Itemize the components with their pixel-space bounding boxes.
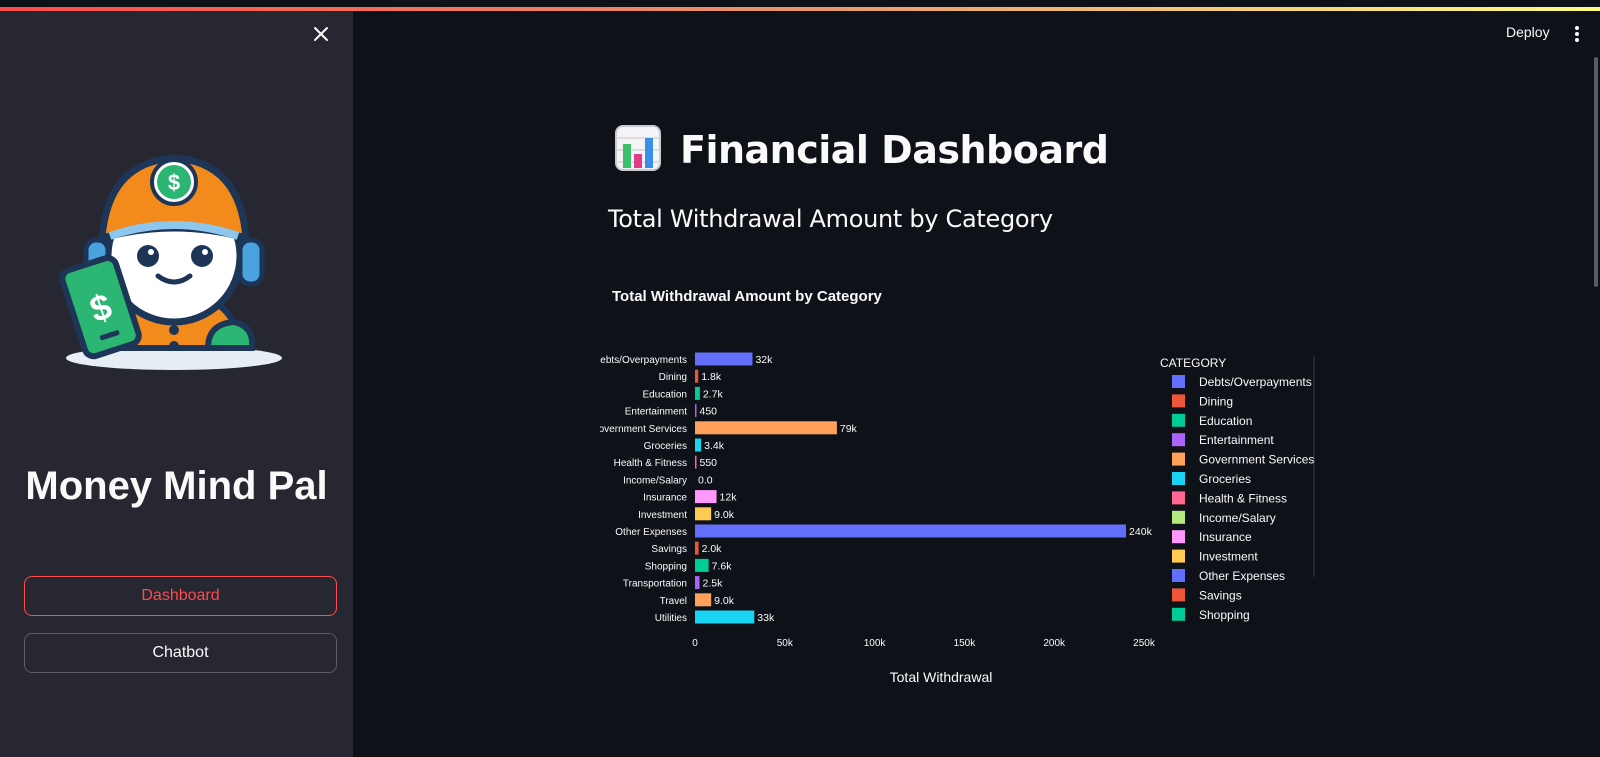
bar (695, 404, 697, 418)
nav-button-chatbot[interactable]: Chatbot (24, 633, 337, 673)
bar-data-label: 450 (700, 406, 718, 418)
legend-swatch (1172, 491, 1185, 505)
x-axis-label: Total Withdrawal (890, 669, 993, 685)
bar-data-label: 1.8k (701, 371, 722, 383)
legend-swatch (1172, 394, 1185, 408)
y-tick-label: Other Expenses (615, 527, 687, 538)
bar (695, 352, 753, 366)
y-tick-label: Health & Fitness (614, 458, 687, 469)
bar-data-label: 7.6k (712, 560, 733, 572)
legend-swatch (1172, 530, 1185, 544)
robot-money-mascot-icon: $ $ (58, 148, 290, 380)
scrollbar[interactable] (1594, 57, 1598, 287)
legend-swatch (1172, 607, 1185, 621)
legend-item: Savings (1199, 588, 1242, 602)
bar-data-label: 12k (720, 492, 738, 504)
legend-swatch (1172, 588, 1185, 602)
bar (695, 558, 709, 572)
bar-data-label: 0.0 (698, 474, 713, 486)
legend-item: Education (1199, 414, 1252, 428)
bar (695, 490, 717, 504)
chart-title: Total Withdrawal Amount by Category (612, 288, 883, 305)
bar-data-label: 240k (1129, 526, 1153, 538)
bar (695, 386, 700, 400)
y-tick-label: Insurance (643, 493, 687, 504)
bar (695, 421, 837, 435)
legend-title: CATEGORY (1160, 356, 1226, 370)
bar-data-label: 3.4k (704, 440, 725, 452)
y-tick-label: Income/Salary (623, 475, 687, 486)
bar-data-label: 9.0k (714, 595, 735, 607)
deploy-button[interactable]: Deploy (1506, 24, 1550, 40)
bar (695, 576, 700, 590)
bar-data-label: 2.0k (702, 543, 723, 555)
y-tick-label: Entertainment (625, 407, 687, 418)
section-title: Total Withdrawal Amount by Category (608, 205, 1053, 233)
legend-item: Investment (1199, 550, 1258, 564)
bar (695, 610, 755, 624)
x-tick-label: 200k (1043, 638, 1066, 649)
y-tick-label: Travel (660, 596, 687, 607)
bar (695, 438, 702, 452)
x-tick-label: 250k (1133, 638, 1156, 649)
bar-chart-icon (614, 124, 662, 176)
bar-data-label: 2.7k (703, 388, 724, 400)
y-tick-label: Shopping (645, 561, 687, 572)
bar-data-label: 2.5k (702, 578, 723, 590)
legend-item: Dining (1199, 394, 1233, 408)
legend-swatch (1172, 413, 1185, 427)
y-tick-label: Education (643, 389, 687, 400)
bar (695, 507, 712, 521)
svg-text:$: $ (168, 170, 180, 195)
bar-data-label: 9.0k (714, 509, 735, 521)
legend-swatch (1172, 375, 1185, 388)
bar-data-label: 79k (840, 423, 858, 435)
y-tick-label: Debts/Overpayments (600, 355, 687, 366)
legend-swatch (1172, 433, 1185, 447)
legend-swatch (1172, 510, 1185, 524)
x-tick-label: 50k (777, 638, 794, 649)
close-icon[interactable] (309, 22, 333, 46)
y-tick-label: Groceries (644, 441, 687, 452)
x-tick-label: 150k (954, 638, 977, 649)
legend-item: Government Services (1199, 453, 1314, 467)
bar-data-label: 33k (757, 612, 775, 624)
y-tick-label: Investment (638, 510, 687, 521)
legend-swatch (1172, 452, 1185, 466)
legend-item: Health & Fitness (1199, 491, 1287, 505)
page-heading: Financial Dashboard (680, 128, 1109, 172)
legend-swatch (1172, 472, 1185, 485)
nav-button-dashboard[interactable]: Dashboard (24, 576, 337, 616)
y-tick-label: Government Services (600, 424, 687, 435)
legend-item: Income/Salary (1199, 511, 1276, 525)
bar (695, 524, 1127, 538)
legend-item: Insurance (1199, 530, 1252, 544)
y-tick-label: Utilities (655, 613, 687, 624)
y-tick-label: Dining (659, 372, 687, 383)
bar (695, 541, 699, 555)
x-tick-label: 0 (692, 638, 698, 649)
page-title: Financial Dashboard (614, 124, 1109, 176)
app-name: Money Mind Pal (25, 464, 328, 508)
top-band (0, 0, 1600, 7)
bar (695, 593, 712, 607)
kebab-menu-icon[interactable] (1574, 26, 1580, 42)
bar-data-label: 32k (755, 354, 773, 366)
y-tick-label: Transportation (623, 579, 687, 590)
legend-item: Entertainment (1199, 433, 1274, 447)
nav-button-label: Chatbot (152, 644, 209, 661)
legend-swatch (1172, 569, 1185, 582)
bar (695, 455, 697, 469)
bar-data-label: 550 (700, 457, 718, 469)
withdrawal-bar-chart: Total Withdrawal Amount by Category Debt… (600, 288, 1315, 685)
legend-item: Debts/Overpayments (1199, 375, 1312, 389)
legend-item: Shopping (1199, 608, 1250, 622)
x-tick-label: 100k (864, 638, 887, 649)
y-tick-label: Savings (651, 544, 687, 555)
legend-swatch (1172, 549, 1185, 563)
nav-button-label: Dashboard (141, 587, 220, 604)
legend-item: Groceries (1199, 472, 1251, 486)
legend-item: Other Expenses (1199, 569, 1285, 583)
bar (695, 369, 699, 383)
